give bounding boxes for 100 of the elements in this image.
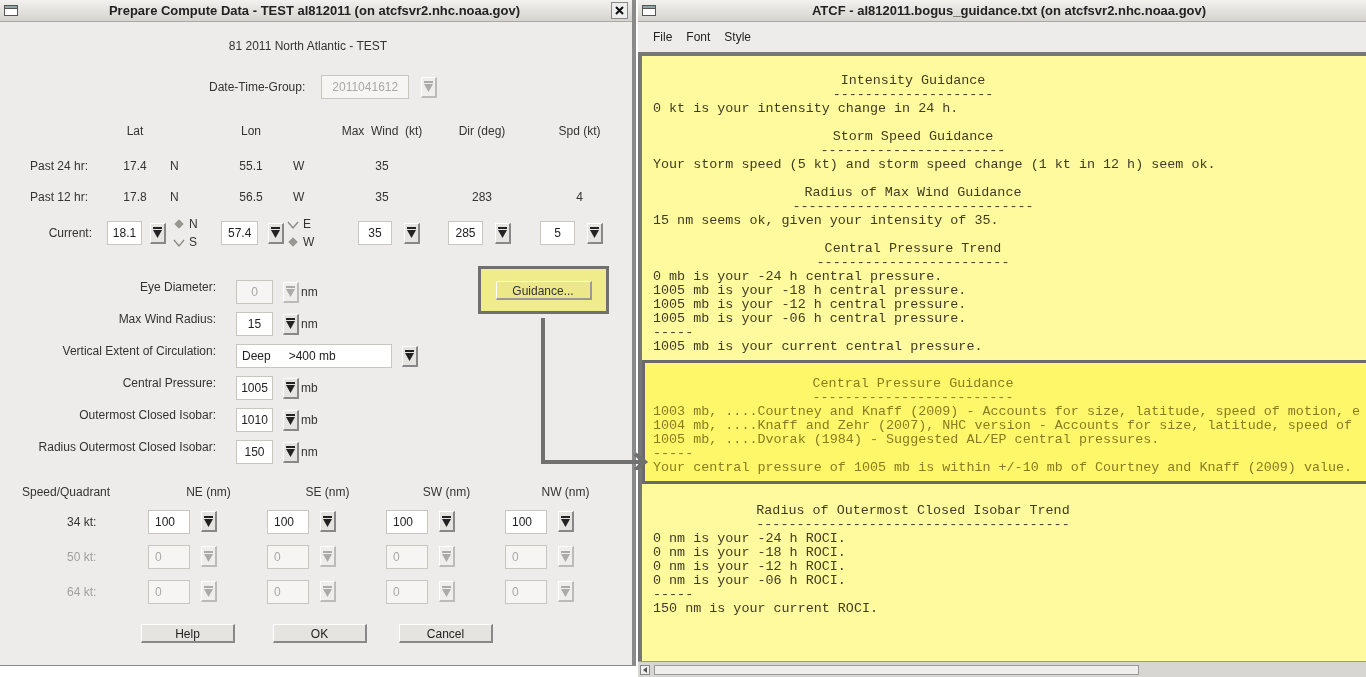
caret-icon: [405, 350, 414, 361]
input-field[interactable]: 100: [148, 509, 190, 534]
field-label: Date-Time-Group:: [209, 79, 306, 96]
input-field[interactable]: 18.1: [107, 221, 142, 245]
dropdown-button[interactable]: [320, 511, 336, 532]
text-line: 0 nm is your -18 h ROCI.: [653, 545, 846, 560]
table-cell: W: [293, 189, 305, 204]
dropdown-button[interactable]: [558, 511, 574, 532]
caret-icon: [323, 550, 332, 562]
window-title: Prepare Compute Data - TEST al812011 (on atcfsvr2.nhc.noaa.gov): [107, 1, 522, 20]
scroll-left-icon[interactable]: [640, 664, 650, 675]
storm-name: 81 2011 North Atlantic - TEST: [228, 39, 388, 53]
dialog-button[interactable]: Help: [141, 624, 235, 643]
dropdown-button[interactable]: [587, 222, 603, 244]
window-menu-icon[interactable]: [642, 5, 656, 16]
dropdown-button[interactable]: [283, 313, 299, 335]
dialog-button[interactable]: Cancel: [399, 624, 493, 643]
caret-icon: [442, 585, 451, 597]
input-field[interactable]: 1010: [236, 408, 273, 432]
text-line: Your storm speed (5 kt) and storm speed change (1 kt in 12 h) seem ok.: [653, 157, 1216, 172]
text-line: 0 nm is your -06 h ROCI.: [653, 573, 846, 588]
caret-icon: [590, 227, 599, 238]
input-field[interactable]: 57.4: [221, 221, 258, 245]
text-line: 1005 mb is your -06 h central pressure.: [653, 311, 967, 326]
row-label: 34 kt:: [67, 514, 97, 529]
text-line: 0 mb is your -24 h central pressure.: [653, 269, 943, 284]
table-cell: 56.5: [239, 189, 263, 204]
text-line: 1004 mb, ....Knaff and Zehr (2007), NHC version - Accounts for size, latitude, speed of: [653, 418, 1353, 433]
input-field[interactable]: 100: [267, 509, 309, 534]
unit-label: mb: [301, 412, 318, 429]
input-field[interactable]: 15: [236, 312, 273, 336]
dropdown-button[interactable]: [402, 345, 418, 367]
text-line: 1005 mb is your current central pressure.: [653, 339, 983, 354]
text-line: 1005 mb is your -18 h central pressure.: [653, 283, 967, 298]
column-header: SE (nm): [305, 485, 350, 499]
caret-icon: [561, 515, 570, 527]
radio-button[interactable]: [287, 236, 299, 248]
dropdown-button[interactable]: [439, 511, 455, 532]
section-title: Central Pressure Guidance: [812, 377, 1014, 391]
table-cell: 17.4: [123, 158, 147, 173]
caret-icon: [286, 318, 295, 329]
row-label: Current:: [48, 226, 92, 240]
table-cell: 35: [375, 158, 389, 173]
radio-button[interactable]: [173, 218, 185, 230]
input-field[interactable]: 1005: [236, 376, 273, 400]
dropdown-button[interactable]: [283, 377, 299, 399]
dropdown-button[interactable]: [283, 409, 299, 431]
unit-label: nm: [301, 316, 318, 333]
column-header: Lat: [126, 124, 144, 138]
input-field[interactable]: 150: [236, 440, 273, 464]
select-field[interactable]: Deep >400 mb: [236, 344, 392, 368]
guidance-button[interactable]: Guidance...: [495, 280, 592, 300]
table-cell: 4: [576, 189, 583, 204]
menu-item[interactable]: Style: [724, 28, 752, 46]
window-menu-icon[interactable]: [4, 5, 18, 16]
table-cell: N: [170, 158, 179, 173]
field-label: Vertical Extent of Circulation:: [62, 344, 216, 358]
caret-icon: [498, 227, 507, 238]
input-field[interactable]: 100: [505, 509, 547, 534]
section-title: Storm Speed Guidance: [832, 130, 994, 144]
field-label: Outermost Closed Isobar:: [79, 408, 216, 422]
dropdown-button[interactable]: [268, 222, 284, 244]
scrollbar-thumb[interactable]: [654, 664, 1139, 675]
caret-icon: [323, 585, 332, 597]
table-cell: 35: [375, 189, 389, 204]
unit-label: nm: [301, 284, 318, 301]
dropdown-button[interactable]: [150, 222, 166, 244]
menu-item[interactable]: File: [653, 28, 673, 46]
column-header: SW (nm): [422, 485, 471, 499]
field-label: Radius Outermost Closed Isobar:: [38, 440, 216, 454]
input-field[interactable]: 5: [540, 221, 575, 245]
caret-icon: [204, 585, 213, 597]
dialog-button[interactable]: OK: [273, 624, 367, 643]
section-title: Intensity Guidance: [840, 74, 986, 88]
dropdown-button[interactable]: [495, 222, 511, 244]
row-label: 64 kt:: [67, 584, 97, 599]
select-value: Deep: [242, 348, 271, 365]
section-rule: ------------------------------: [792, 200, 1034, 214]
input-field[interactable]: 100: [386, 509, 428, 534]
section-title: Central Pressure Trend: [824, 242, 1002, 256]
horizontal-scrollbar[interactable]: [638, 661, 1366, 677]
text-line: 1005 mb, ....Dvorak (1984) - Suggested AL/EP central pressures.: [653, 432, 1160, 447]
caret-icon: [204, 550, 213, 562]
caret-icon: [442, 550, 451, 562]
dropdown-button[interactable]: [283, 441, 299, 463]
caret-icon: [424, 81, 434, 92]
table-cell: W: [293, 158, 305, 173]
dropdown-button[interactable]: [201, 511, 217, 532]
field-label: Central Pressure:: [122, 376, 216, 390]
row-label: Past 24 hr:: [30, 158, 89, 173]
menu-item[interactable]: Font: [686, 28, 711, 46]
text-line: -----: [653, 446, 694, 461]
input-field[interactable]: 285: [448, 221, 483, 245]
radio-label: E: [303, 216, 311, 233]
section-title: Radius of Max Wind Guidance: [804, 186, 1022, 200]
caret-icon: [323, 515, 332, 527]
input-field[interactable]: 35: [358, 221, 392, 245]
dropdown-button[interactable]: [404, 222, 420, 244]
close-button[interactable]: [611, 2, 628, 19]
caret-icon: [561, 550, 570, 562]
